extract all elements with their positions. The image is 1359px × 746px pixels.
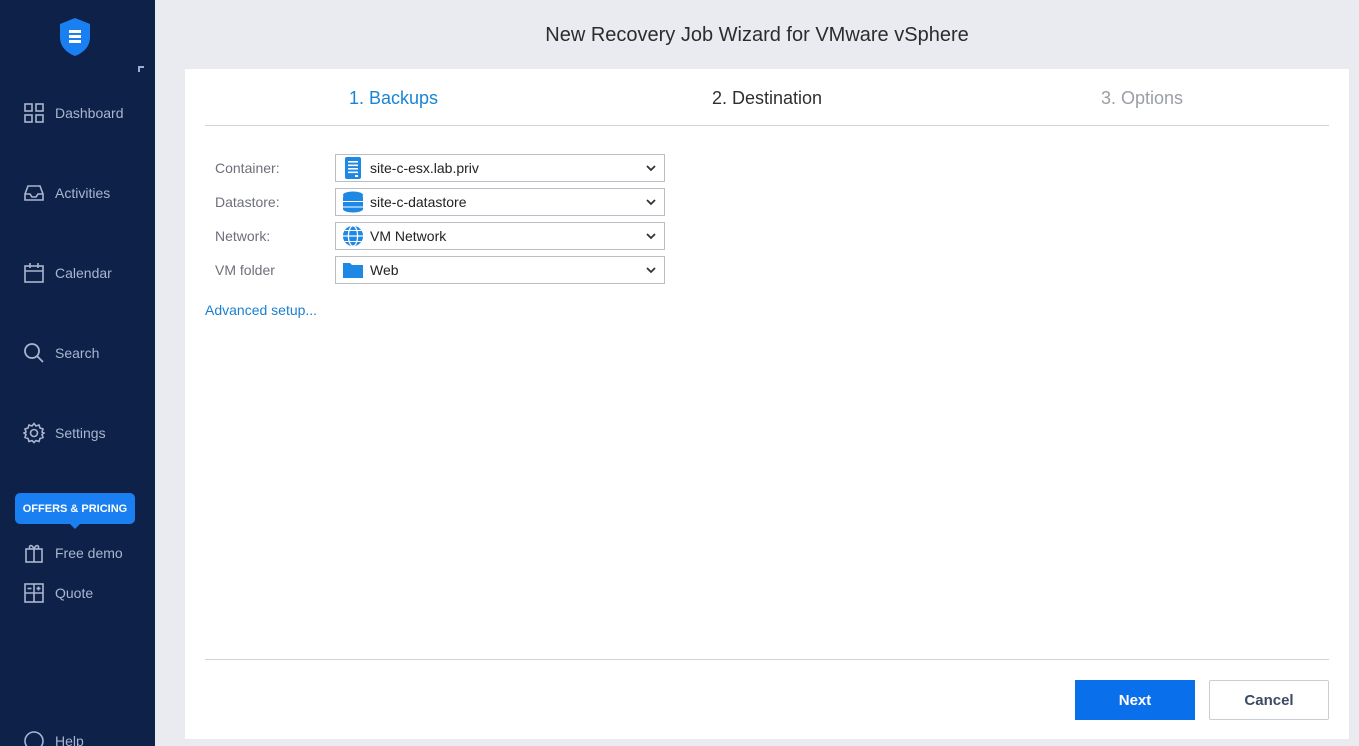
vm-folder-value: Web (370, 262, 399, 278)
network-label: Network: (215, 228, 271, 244)
container-label: Container: (215, 160, 280, 176)
sidebar-item-label: Quote (55, 585, 94, 601)
sidebar-item-label: Help (55, 733, 84, 746)
datastore-label: Datastore: (215, 194, 280, 210)
network-globe-icon (342, 225, 364, 247)
datastore-icon (342, 191, 364, 213)
chevron-down-icon (646, 233, 656, 240)
gift-icon (22, 541, 46, 565)
sidebar: Dashboard Activities Calendar Search Set… (0, 0, 155, 746)
offers-pricing-button[interactable]: OFFERS & PRICING (15, 493, 135, 529)
cancel-button[interactable]: Cancel (1209, 680, 1329, 720)
help-icon (22, 729, 46, 746)
sidebar-item-label: Search (55, 345, 100, 361)
step-options: 3. Options (1101, 88, 1184, 108)
sidebar-item-label: Free demo (55, 545, 123, 561)
sidebar-item-calendar[interactable]: Calendar (22, 260, 112, 286)
network-value: VM Network (370, 228, 447, 244)
step-backups[interactable]: 1. Backups (349, 88, 438, 109)
chevron-down-icon (646, 267, 656, 274)
chevron-down-icon (646, 199, 656, 206)
page-title: New Recovery Job Wizard for VMware vSphe… (545, 24, 969, 46)
wizard-steps: 1. Backups 2. Destination 3. Options (205, 69, 1329, 126)
sidebar-item-label: Dashboard (55, 105, 124, 121)
advanced-setup-link[interactable]: Advanced setup... (205, 302, 317, 318)
search-icon (22, 341, 46, 365)
network-select[interactable]: VM Network (335, 222, 665, 250)
datastore-row: Datastore: site-c-datastore (215, 188, 665, 216)
container-value: site-c-esx.lab.priv (370, 160, 479, 176)
sidebar-item-label: Settings (55, 425, 106, 441)
chevron-down-icon (646, 165, 656, 172)
calculator-icon (22, 581, 46, 605)
container-row: Container: site-c-esx.lab.priv (215, 154, 665, 182)
footer-divider (205, 659, 1329, 660)
inbox-tray-icon (22, 181, 46, 205)
sidebar-item-free-demo[interactable]: Free demo (22, 540, 123, 566)
sidebar-item-settings[interactable]: Settings (22, 420, 106, 446)
datastore-value: site-c-datastore (370, 194, 467, 210)
vm-folder-label: VM folder (215, 262, 275, 278)
sidebar-item-dashboard[interactable]: Dashboard (22, 100, 124, 126)
sidebar-item-activities[interactable]: Activities (22, 180, 110, 206)
sidebar-item-label: Activities (55, 185, 111, 201)
sidebar-item-search[interactable]: Search (22, 340, 99, 366)
next-button[interactable]: Next (1075, 680, 1195, 720)
vm-folder-select[interactable]: Web (335, 256, 665, 284)
calendar-icon (22, 261, 46, 285)
gear-icon (22, 421, 46, 445)
wizard-panel: 1. Backups 2. Destination 3. Options Con… (185, 69, 1349, 739)
datastore-select[interactable]: site-c-datastore (335, 188, 665, 216)
dashboard-grid-icon (22, 101, 46, 125)
sidebar-item-label: Calendar (55, 265, 112, 281)
host-server-icon (342, 157, 364, 179)
network-row: Network: VM Network (215, 222, 665, 250)
folder-icon (342, 259, 364, 281)
step-destination[interactable]: 2. Destination (712, 88, 822, 109)
container-select[interactable]: site-c-esx.lab.priv (335, 154, 665, 182)
vm-folder-row: VM folder Web (215, 256, 665, 284)
collapse-sidebar-icon[interactable] (138, 66, 144, 72)
shield-icon[interactable] (58, 17, 92, 57)
sidebar-item-quote[interactable]: Quote (22, 580, 93, 606)
sidebar-item-help[interactable]: Help (22, 728, 84, 746)
